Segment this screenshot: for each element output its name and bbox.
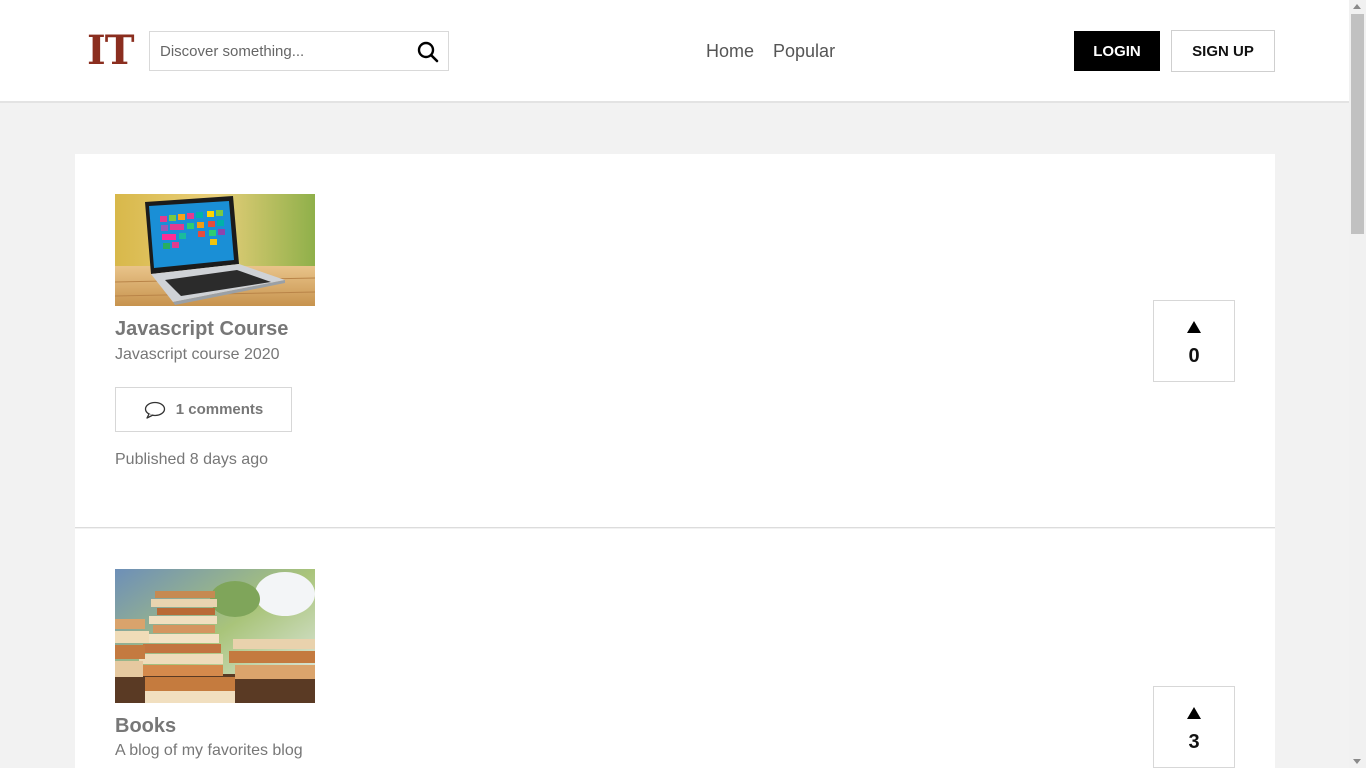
scroll-down-arrow-icon[interactable] [1353, 759, 1361, 764]
nav-home-link[interactable]: Home [706, 40, 754, 62]
vote-count: 3 [1188, 731, 1200, 753]
nav-popular-link[interactable]: Popular [773, 40, 835, 62]
comment-bubble-icon [144, 401, 165, 419]
site-header: IT Home Popular LOGIN SIGN UP [0, 0, 1349, 103]
post-title[interactable]: Javascript Course [115, 317, 288, 341]
comments-count-label: 1 comments [175, 401, 264, 418]
published-date: Published 8 days ago [115, 451, 268, 468]
page-scrollbar[interactable] [1349, 0, 1366, 768]
post-thumbnail-books[interactable] [115, 569, 315, 703]
post-title[interactable]: Books [115, 714, 176, 738]
up-arrow-icon [1187, 321, 1201, 333]
vote-count: 0 [1188, 345, 1200, 367]
search-box [149, 31, 449, 71]
signup-button[interactable]: SIGN UP [1171, 30, 1275, 72]
comments-button[interactable]: 1 comments [115, 387, 292, 432]
login-button[interactable]: LOGIN [1074, 31, 1160, 71]
post-card: Javascript Course Javascript course 2020… [75, 154, 1275, 528]
upvote-button[interactable]: 3 [1153, 686, 1235, 768]
upvote-button[interactable]: 0 [1153, 300, 1235, 382]
post-description: A blog of my favorites blog [115, 742, 303, 759]
scrollbar-thumb[interactable] [1351, 14, 1364, 234]
scroll-up-arrow-icon[interactable] [1353, 4, 1361, 9]
site-logo[interactable]: IT [87, 28, 134, 74]
search-input[interactable] [150, 32, 410, 70]
post-card: Books A blog of my favorites blog 3 [75, 529, 1275, 768]
post-thumbnail-laptop[interactable] [115, 194, 315, 306]
search-icon[interactable] [417, 41, 439, 63]
main-nav: Home Popular [706, 40, 835, 62]
up-arrow-icon [1187, 707, 1201, 719]
post-description: Javascript course 2020 [115, 346, 280, 363]
